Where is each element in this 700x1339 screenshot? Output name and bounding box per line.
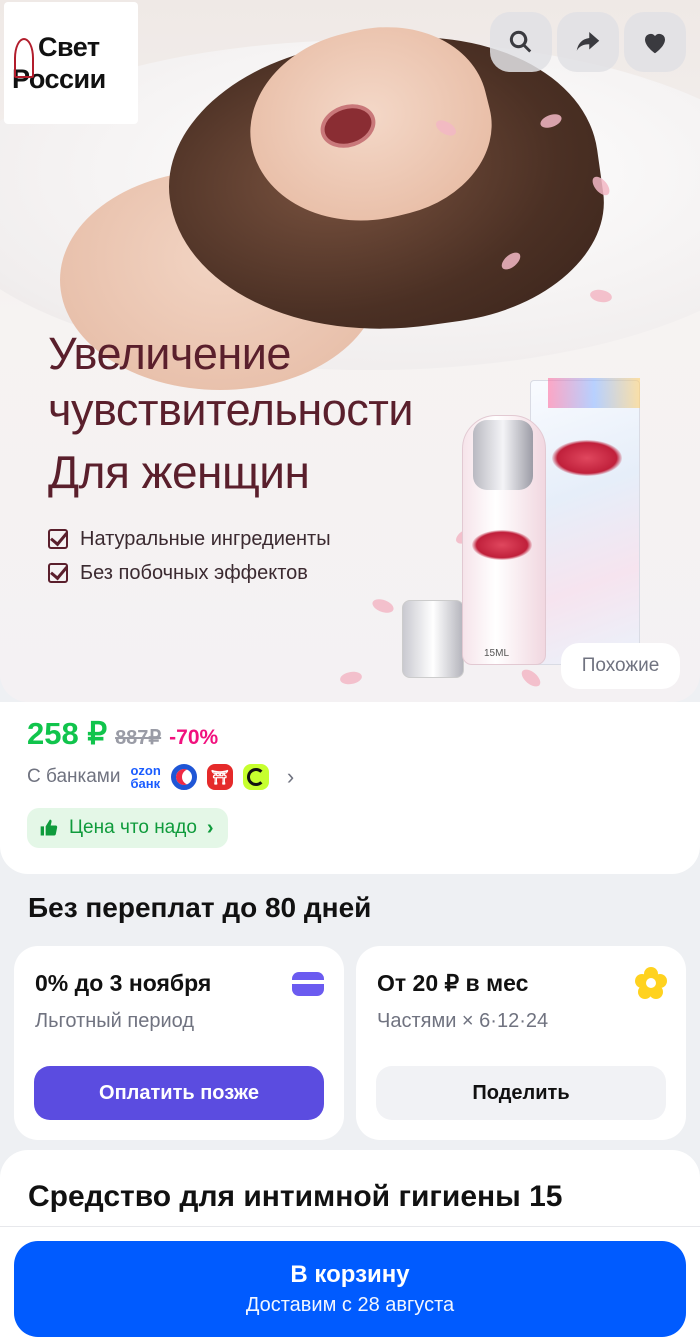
search-button[interactable] [490,12,552,72]
pay-later-button[interactable]: Оплатить позже [34,1066,324,1120]
chevron-right-icon: › [206,816,214,839]
feature-label: Натуральные ингредиенты [80,527,331,550]
split-payment-title: От 20 ₽ в мес [377,970,529,996]
petal [339,670,363,686]
lips-graphic [472,530,532,560]
cap-graphic [402,600,464,678]
bottom-cart-bar: В корзину Доставим с 28 августа [0,1226,700,1339]
add-to-cart-label: В корзину [290,1261,410,1288]
checkbox-icon [48,563,68,583]
share-button[interactable] [557,12,619,72]
credit-card-icon [292,972,324,996]
price-card: 258 ₽ 887₽ -70% С банками ozon банк ⛩ › … [0,702,700,874]
heart-icon [645,33,665,54]
lips-graphic [552,440,622,476]
ozon-bank-word: банк [130,776,161,791]
share-icon [576,32,600,51]
box-lid-graphic [548,378,640,408]
ozon-bank-icon: ozon банк [130,764,160,790]
thumbs-up-icon [40,819,58,836]
discount-badge: -70% [169,726,219,749]
pay-later-title: 0% до 3 ноября [35,970,212,996]
feature-item: Без побочных эффектов [48,556,413,590]
current-price: 258 ₽ [27,716,108,751]
checkbox-icon [48,529,68,549]
hero-headline: Увеличение чувствительности Для женщин Н… [48,326,413,590]
banks-label: С банками [27,766,121,787]
headline-line: чувствительности [48,384,413,435]
bottle-cap-graphic [473,420,533,490]
old-price: 887₽ [115,727,162,749]
bank-offers-row[interactable]: С банками ozon банк ⛩ › [27,762,294,792]
bank-logo-icon [242,764,269,790]
feature-item: Натуральные ингредиенты [48,522,413,556]
good-price-label: Цена что надо [69,817,197,838]
petal [370,596,396,616]
pay-later-subtitle: Льготный период [35,1010,194,1032]
split-payment-card: От 20 ₽ в мес Частями × 6·12·24 Поделить [356,946,686,1140]
product-title: Средство для интимной гигиены 15 [28,1180,563,1213]
church-dome-icon [14,38,34,78]
product-image[interactable]: Увеличение чувствительности Для женщин Н… [0,0,700,702]
feature-list: Натуральные ингредиенты Без побочных эфф… [48,522,413,590]
favorite-button[interactable] [624,12,686,72]
bank-logo-icon [170,764,197,790]
split-payment-subtitle: Частями × 6·12·24 [377,1010,549,1032]
installments-title: Без переплат до 80 дней [28,892,372,923]
headline-line: Для женщин [48,446,310,498]
pay-later-card: 0% до 3 ноября Льготный период Оплатить … [14,946,344,1140]
split-payment-button[interactable]: Поделить [376,1066,666,1120]
product-page: Увеличение чувствительности Для женщин Н… [0,0,700,1339]
brand-logo: Свет России [4,2,138,124]
flower-icon [635,967,667,999]
good-price-chip[interactable]: Цена что надо › [27,808,228,848]
product-box-graphic [530,380,640,665]
price-row: 258 ₽ 887₽ -70% [27,716,218,752]
bottle-volume-label: 15ML [484,648,510,659]
delivery-date-label: Доставим с 28 августа [245,1294,455,1316]
bank-logo-icon: ⛩ [206,764,233,790]
petal [518,666,544,690]
chevron-right-icon: › [286,764,295,789]
search-icon [509,30,532,53]
similar-products-button[interactable]: Похожие [561,643,680,689]
add-to-cart-button[interactable]: В корзину Доставим с 28 августа [14,1241,686,1337]
feature-label: Без побочных эффектов [80,561,308,584]
headline-line: Увеличение [48,328,291,379]
